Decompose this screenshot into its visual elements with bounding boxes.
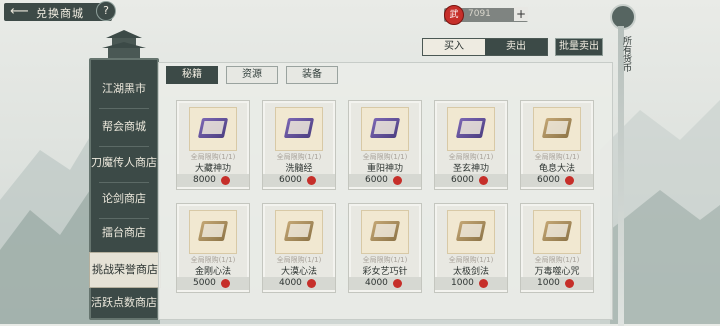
currency-amount: 7091 bbox=[468, 9, 491, 19]
red-coin-icon bbox=[307, 176, 316, 185]
item-price: 8000 bbox=[177, 174, 249, 187]
help-button[interactable]: ? bbox=[96, 1, 116, 21]
manual-book-icon bbox=[455, 118, 487, 138]
red-coin-icon bbox=[221, 176, 230, 185]
manual-book-icon bbox=[197, 221, 229, 241]
item-price: 6000 bbox=[435, 174, 507, 187]
currency-display: 武 7091 + bbox=[444, 5, 528, 25]
item-price: 4000 bbox=[263, 277, 335, 290]
red-coin-icon bbox=[393, 176, 402, 185]
price-value: 8000 bbox=[193, 175, 216, 185]
tab-resources[interactable]: 资源 bbox=[226, 66, 278, 84]
item-price: 4000 bbox=[349, 277, 421, 290]
item-image bbox=[361, 210, 409, 254]
item-price: 6000 bbox=[521, 174, 593, 187]
tab-equipment[interactable]: 装备 bbox=[286, 66, 338, 84]
item-name: 洗髓经 bbox=[285, 164, 313, 174]
item-image bbox=[447, 107, 495, 151]
manual-book-icon bbox=[283, 118, 315, 138]
manual-book-icon bbox=[197, 118, 229, 138]
page-title: 兑换商城 bbox=[36, 7, 84, 20]
item-image bbox=[447, 210, 495, 254]
price-value: 6000 bbox=[537, 175, 560, 185]
arrow-left-icon: ⟵ bbox=[10, 4, 29, 19]
price-value: 6000 bbox=[279, 175, 302, 185]
nav-item-jianghu-market[interactable]: 江湖黑市 bbox=[91, 72, 157, 106]
item-name: 大藏神功 bbox=[194, 164, 231, 174]
shop-item-card[interactable]: 全局限购(1/1) 龟息大法 6000 bbox=[520, 100, 594, 190]
shop-item-card[interactable]: 全局限购(1/1) 大藏神功 8000 bbox=[176, 100, 250, 190]
price-value: 1000 bbox=[451, 278, 474, 288]
pagoda-icon bbox=[102, 30, 146, 62]
manual-book-icon bbox=[541, 118, 573, 138]
nav-item-activity-points-shop[interactable]: 活跃点数商店 bbox=[91, 286, 157, 320]
item-price: 6000 bbox=[349, 174, 421, 187]
shop-item-card[interactable]: 全局限购(1/1) 大漠心法 4000 bbox=[262, 203, 336, 293]
price-value: 4000 bbox=[365, 278, 388, 288]
price-value: 6000 bbox=[451, 175, 474, 185]
shop-item-card[interactable]: 全局限购(1/1) 万毒噬心咒 1000 bbox=[520, 203, 594, 293]
manual-book-icon bbox=[369, 118, 401, 138]
price-value: 6000 bbox=[365, 175, 388, 185]
shop-item-card[interactable]: 全局限购(1/1) 太极剑法 1000 bbox=[434, 203, 508, 293]
add-currency-button[interactable]: + bbox=[514, 7, 528, 21]
price-value: 5000 bbox=[193, 278, 216, 288]
manual-book-icon bbox=[541, 221, 573, 241]
nav-item-blade-heir-shop[interactable]: 刀魔传人商店 bbox=[91, 146, 157, 180]
red-coin-icon bbox=[479, 176, 488, 185]
item-price: 1000 bbox=[521, 277, 593, 290]
tab-manuals[interactable]: 秘籍 bbox=[166, 66, 218, 84]
item-name: 大漠心法 bbox=[280, 267, 317, 277]
trade-toggle: 买入 卖出 bbox=[422, 38, 548, 56]
item-price: 6000 bbox=[263, 174, 335, 187]
item-price: 1000 bbox=[435, 277, 507, 290]
red-coin-icon bbox=[565, 176, 574, 185]
shop-item-card[interactable]: 全局限购(1/1) 金刚心法 5000 bbox=[176, 203, 250, 293]
item-image bbox=[533, 107, 581, 151]
shop-item-card[interactable]: 全局限购(1/1) 重阳神功 6000 bbox=[348, 100, 422, 190]
item-name: 重阳神功 bbox=[366, 164, 403, 174]
red-coin-icon bbox=[479, 279, 488, 288]
nav-item-guild-shop[interactable]: 帮会商城 bbox=[91, 110, 157, 144]
sell-tab[interactable]: 卖出 bbox=[485, 39, 547, 55]
all-currency-label: 所有货币 bbox=[621, 36, 631, 72]
item-image bbox=[533, 210, 581, 254]
nav-divider bbox=[99, 108, 149, 109]
shop-item-card[interactable]: 全局限购(1/1) 圣玄神功 6000 bbox=[434, 100, 508, 190]
item-name: 圣玄神功 bbox=[452, 164, 489, 174]
red-coin-icon bbox=[307, 279, 316, 288]
red-token-icon: 武 bbox=[444, 5, 464, 25]
buy-tab[interactable]: 买入 bbox=[423, 39, 485, 55]
item-name: 万毒噬心咒 bbox=[534, 267, 580, 277]
item-price: 5000 bbox=[177, 277, 249, 290]
nav-item-sword-duel-shop[interactable]: 论剑商店 bbox=[91, 182, 157, 216]
shop-nav: 江湖黑市 帮会商城 刀魔传人商店 论剑商店 擂台商店 挑战荣誉商店 活跃点数商店 bbox=[89, 58, 161, 320]
shop-item-card[interactable]: 全局限购(1/1) 洗髓经 6000 bbox=[262, 100, 336, 190]
nav-item-arena-shop[interactable]: 擂台商店 bbox=[91, 216, 157, 250]
item-image bbox=[275, 107, 323, 151]
manual-book-icon bbox=[455, 221, 487, 241]
item-name: 彩女艺巧针 bbox=[362, 267, 408, 277]
item-name: 太极剑法 bbox=[452, 267, 489, 277]
item-image bbox=[189, 210, 237, 254]
item-image bbox=[189, 107, 237, 151]
price-value: 1000 bbox=[537, 278, 560, 288]
item-name: 金刚心法 bbox=[194, 267, 231, 277]
item-image bbox=[275, 210, 323, 254]
manual-book-icon bbox=[283, 221, 315, 241]
price-value: 4000 bbox=[279, 278, 302, 288]
nav-item-challenge-honor-shop[interactable]: 挑战荣誉商店 bbox=[89, 252, 161, 288]
item-name: 龟息大法 bbox=[538, 164, 575, 174]
red-coin-icon bbox=[221, 279, 230, 288]
shop-item-card[interactable]: 全局限购(1/1) 彩女艺巧针 4000 bbox=[348, 203, 422, 293]
item-image bbox=[361, 107, 409, 151]
red-coin-icon bbox=[393, 279, 402, 288]
manual-book-icon bbox=[369, 221, 401, 241]
batch-sell-button[interactable]: 批量卖出 bbox=[555, 38, 603, 56]
red-coin-icon bbox=[565, 279, 574, 288]
